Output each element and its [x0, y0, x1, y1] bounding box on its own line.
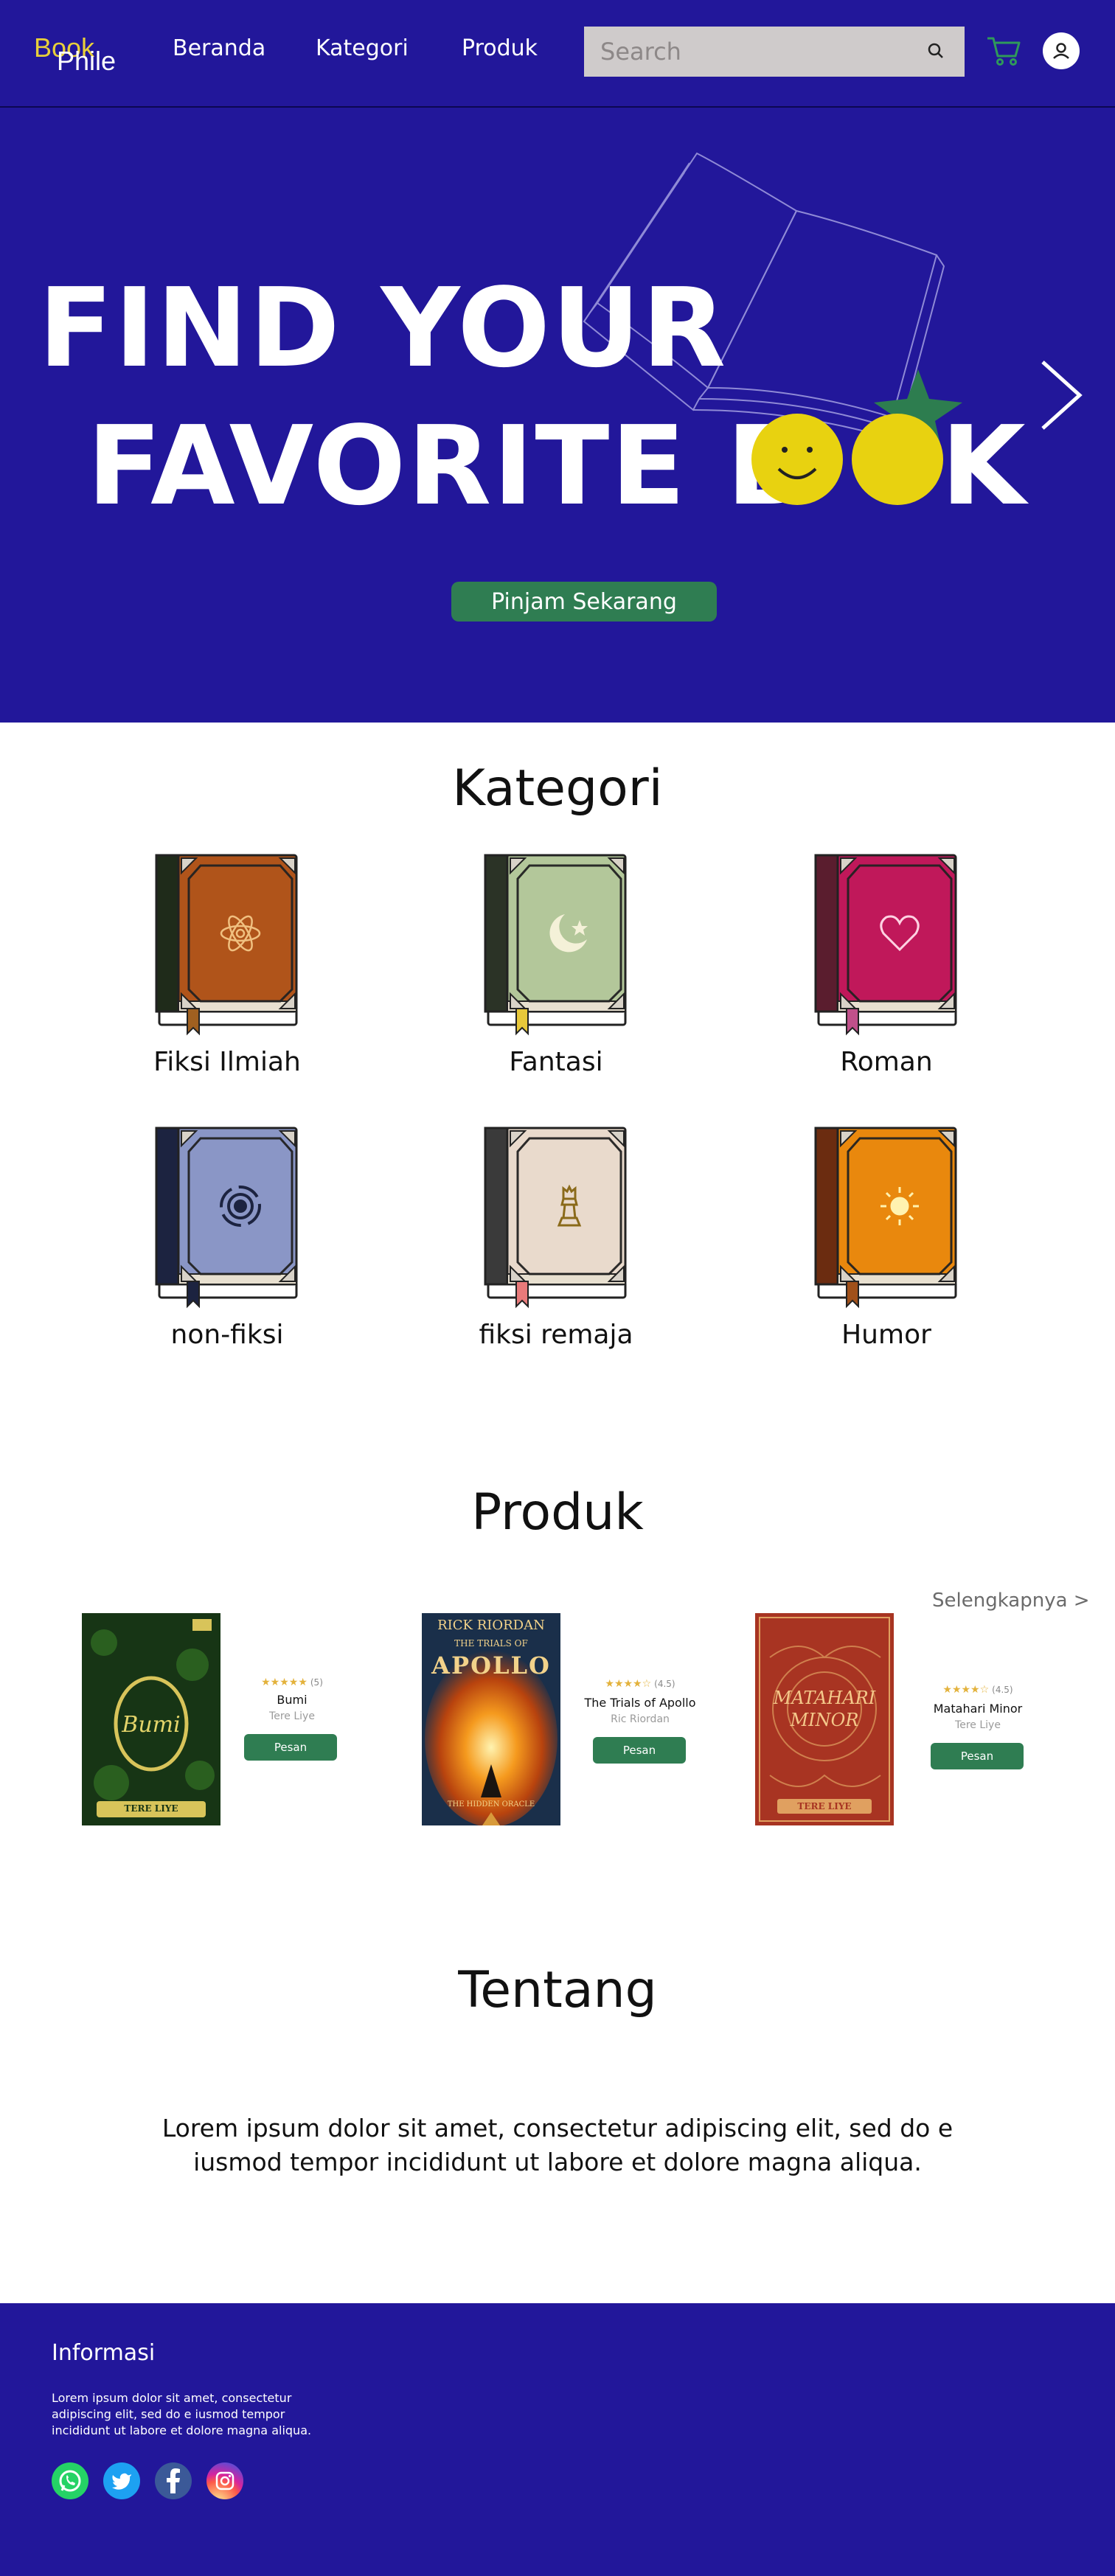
tentang-text-line2: iusmod tempor incididunt ut labore et do…	[193, 2148, 922, 2176]
category-book-humor[interactable]	[814, 1127, 959, 1311]
category-label-non-fiksi[interactable]: non-fiksi	[102, 1320, 352, 1350]
category-label-humor[interactable]: Humor	[761, 1320, 1012, 1350]
pesan-button-bumi[interactable]: Pesan	[244, 1734, 337, 1761]
nav-link-produk[interactable]: Produk	[462, 35, 538, 61]
category-book-fantasi[interactable]	[484, 854, 628, 1038]
category-book-roman[interactable]	[814, 854, 959, 1038]
hero-title-line2-end: K	[941, 403, 1027, 529]
cover-subtitle-apollo: THE TRIALS OF	[454, 1638, 528, 1649]
product-cover-apollo[interactable]: RICK RIORDAN THE TRIALS OF APOLLO THE HI…	[422, 1613, 560, 1825]
chevron-right-icon[interactable]	[1035, 355, 1087, 436]
category-label-roman[interactable]: Roman	[761, 1047, 1012, 1077]
cover-title-matahari: MATAHARI MINOR	[773, 1688, 876, 1730]
cart-icon[interactable]	[985, 32, 1022, 69]
tentang-title: Tentang	[458, 1961, 657, 2019]
category-label-fantasi[interactable]: Fantasi	[431, 1047, 681, 1077]
pesan-button-matahari[interactable]: Pesan	[931, 1743, 1024, 1769]
product-title-apollo: The Trials of Apollo	[584, 1696, 696, 1710]
nav-link-kategori[interactable]: Kategori	[316, 35, 409, 61]
moon-star-book-icon	[484, 854, 627, 1036]
rating-bumi: ★★★★★ (5)	[261, 1677, 323, 1688]
selengkapnya-link[interactable]: Selengkapnya >	[932, 1590, 1090, 1612]
pesan-button-apollo[interactable]: Pesan	[593, 1737, 686, 1764]
search-icon[interactable]	[926, 41, 945, 60]
cover-bottom-apollo: THE HIDDEN ORACLE	[447, 1800, 535, 1809]
cover-title-bumi: Bumi	[122, 1712, 181, 1738]
product-title-bumi: Bumi	[277, 1693, 308, 1707]
category-label-fiksi-ilmiah[interactable]: Fiksi Ilmiah	[102, 1047, 352, 1077]
chess-book-icon	[484, 1127, 627, 1309]
target-book-icon	[155, 1127, 298, 1309]
cover-author-apollo: RICK RIORDAN	[437, 1618, 545, 1633]
heart-book-icon	[814, 854, 957, 1036]
sun-book-icon	[814, 1127, 957, 1309]
product-author-matahari: Tere Liye	[955, 1719, 1001, 1731]
whatsapp-icon[interactable]	[52, 2462, 88, 2499]
cover-title-apollo: APOLLO	[431, 1651, 551, 1679]
nav-link-beranda[interactable]: Beranda	[173, 35, 265, 61]
footer-heading: Informasi	[52, 2340, 156, 2366]
category-book-non-fiksi[interactable]	[155, 1127, 299, 1311]
user-icon[interactable]	[1043, 32, 1080, 69]
footer-text: Lorem ipsum dolor sit amet, consectetur …	[52, 2390, 311, 2439]
rating-apollo: ★★★★☆ (4.5)	[605, 1678, 675, 1690]
hero-title-line1: FIND YOUR	[38, 265, 728, 391]
smiley-oo-icon	[751, 414, 943, 505]
footer: Informasi Lorem ipsum dolor sit amet, co…	[0, 2303, 1115, 2576]
product-title-matahari: Matahari Minor	[933, 1702, 1023, 1716]
logo-phile[interactable]: Phile	[57, 46, 116, 77]
tentang-text-line1: Lorem ipsum dolor sit amet, consectetur …	[161, 2114, 954, 2142]
cover-author-matahari: TERE LIYE	[797, 1801, 852, 1811]
twitter-icon[interactable]	[103, 2462, 140, 2499]
footer-text-line1: Lorem ipsum dolor sit amet, consectetur	[52, 2391, 292, 2405]
hero-title-line2-start: FAVORITE B	[87, 403, 811, 529]
footer-text-line2: adipiscing elit, sed do e iusmod tempor	[52, 2407, 285, 2421]
instagram-icon[interactable]	[206, 2462, 243, 2499]
search-input[interactable]	[584, 27, 965, 77]
produk-title: Produk	[471, 1483, 644, 1542]
facebook-icon[interactable]	[155, 2462, 192, 2499]
hero-banner: FIND YOUR FAVORITE B K Pinjam Sekarang	[0, 108, 1115, 723]
atom-book-icon	[155, 854, 298, 1036]
product-author-apollo: Ric Riordan	[611, 1713, 670, 1725]
tentang-text: Lorem ipsum dolor sit amet, consectetur …	[0, 2112, 1115, 2179]
category-label-fiksi-remaja[interactable]: fiksi remaja	[431, 1320, 681, 1350]
product-cover-matahari-minor[interactable]: MATAHARI MINOR TERE LIYE	[755, 1613, 894, 1825]
category-book-fiksi-remaja[interactable]	[484, 1127, 628, 1311]
kategori-title: Kategori	[452, 759, 663, 818]
cover-author-bumi: TERE LIYE	[124, 1803, 178, 1814]
rating-matahari: ★★★★☆ (4.5)	[942, 1684, 1013, 1696]
top-navbar: Book Phile Beranda Kategori Produk	[0, 0, 1115, 108]
footer-text-line3: incididunt ut labore et dolore magna ali…	[52, 2423, 312, 2437]
product-author-bumi: Tere Liye	[269, 1710, 315, 1722]
product-cover-bumi[interactable]: Bumi TERE LIYE	[82, 1613, 220, 1825]
category-book-fiksi-ilmiah[interactable]	[155, 854, 299, 1038]
pinjam-sekarang-button[interactable]: Pinjam Sekarang	[451, 582, 717, 622]
